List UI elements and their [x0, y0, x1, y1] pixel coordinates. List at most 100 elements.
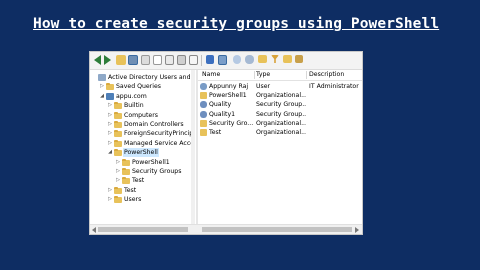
column-header-type[interactable]: Type [256, 70, 308, 80]
cell-name: Appunny Raj [209, 83, 249, 90]
filter-icon[interactable] [271, 55, 279, 63]
list-row[interactable]: Test Organizational... [198, 128, 362, 137]
expand-arrow-icon[interactable]: ▷ [107, 195, 113, 204]
tree-item[interactable]: ▷ Saved Queries [90, 82, 195, 91]
folder-icon [114, 139, 122, 147]
cell-name: Quality [209, 101, 232, 109]
export-icon[interactable] [189, 55, 198, 65]
list-row[interactable]: Appunny Raj User IT Administrator [198, 82, 362, 91]
cell-name: PowerShell1 [209, 92, 247, 100]
folder-icon [114, 149, 122, 157]
horizontal-scrollbar[interactable] [90, 224, 362, 234]
folder-icon [122, 158, 130, 166]
new-ou-icon[interactable] [258, 55, 267, 63]
expand-arrow-icon[interactable]: ▷ [107, 120, 113, 129]
list-scroll-thumb[interactable] [202, 227, 352, 232]
folder-icon [114, 196, 122, 204]
cell-type: Security Group... [256, 101, 306, 109]
cell-description: IT Administrator [309, 83, 359, 90]
find-icon[interactable] [283, 55, 292, 63]
refresh-icon[interactable] [177, 55, 186, 65]
folder-icon [122, 177, 130, 185]
toolbar-separator [201, 55, 202, 66]
tree-scroll-thumb[interactable] [98, 227, 188, 232]
folder-icon [114, 121, 122, 128]
console-icon[interactable] [218, 55, 227, 65]
up-folder-icon[interactable] [116, 55, 126, 65]
ou-icon [200, 129, 207, 136]
list-header: Name Type Description [198, 70, 362, 81]
tree-item[interactable]: ▷ Managed Service Accour [90, 139, 195, 148]
folder-icon [106, 83, 114, 91]
folder-icon [122, 168, 130, 175]
console-tree-icon[interactable] [128, 55, 138, 65]
scroll-right-arrow-icon[interactable] [355, 227, 359, 233]
tree-item-label: Computers [124, 111, 158, 119]
cell-type: Organizational... [256, 119, 306, 127]
tree-item[interactable]: Active Directory Users and Com [90, 73, 195, 82]
properties-icon[interactable] [165, 55, 174, 65]
list-row[interactable]: Security Gro... Organizational... [198, 119, 362, 128]
new-group-icon[interactable] [245, 55, 254, 64]
column-header-description[interactable]: Description [309, 70, 361, 80]
forward-arrow-icon[interactable] [104, 55, 111, 65]
tree-item[interactable]: ▷ Computers [90, 111, 195, 120]
tree-item[interactable]: ▷ ForeignSecurityPrincipal [90, 129, 195, 138]
expand-arrow-icon[interactable]: ▷ [115, 167, 121, 176]
tree-item[interactable]: ▷ Domain Controllers [90, 120, 195, 129]
tree-item-label: ForeignSecurityPrincipal [124, 130, 195, 138]
tree-item-label: Domain Controllers [124, 121, 184, 128]
cell-type: User [256, 83, 271, 90]
delete-icon[interactable] [153, 55, 162, 65]
tree-item-label: Test [132, 177, 145, 185]
column-header-name[interactable]: Name [202, 70, 254, 80]
aduc-window: Active Directory Users and Com▷Saved Que… [89, 51, 363, 235]
tree-item-label: Saved Queries [116, 83, 161, 91]
tree-item[interactable]: ▷ Test [90, 186, 195, 195]
expand-arrow-icon[interactable]: ▷ [107, 139, 113, 148]
tree-vertical-scrollbar[interactable] [191, 70, 195, 230]
tree-item[interactable]: ▷ Users [90, 195, 195, 204]
expand-arrow-icon[interactable]: ▷ [107, 101, 113, 110]
domain-icon [106, 92, 114, 100]
expand-arrow-icon[interactable]: ▷ [115, 158, 121, 167]
folder-icon [114, 130, 122, 138]
user-icon [200, 83, 207, 90]
help-icon[interactable] [206, 55, 214, 64]
tree-item[interactable]: ▷ PowerShell1 [90, 158, 195, 167]
tree-item-label: Active Directory Users and Com [108, 74, 195, 81]
tree-item[interactable]: ◢ PowerShell [90, 148, 195, 158]
tree-item-label: Users [124, 196, 142, 204]
copy-icon[interactable] [141, 55, 150, 65]
collapse-arrow-icon[interactable]: ◢ [107, 148, 113, 157]
details-pane: Name Type Description Appunny Raj User IT … [198, 70, 362, 230]
column-divider[interactable] [306, 71, 307, 79]
tree-item[interactable]: ▷ Test [90, 176, 195, 185]
column-divider[interactable] [254, 71, 255, 79]
expand-arrow-icon[interactable]: ▷ [115, 176, 121, 185]
expand-arrow-icon[interactable]: ▷ [99, 82, 105, 91]
list-row[interactable]: PowerShell1 Organizational... [198, 91, 362, 100]
tree-item[interactable]: ▷ Builtin [90, 101, 195, 110]
tree-item[interactable]: ◢ appu.com [90, 92, 195, 101]
tree-item[interactable]: ▷ Security Groups [90, 167, 195, 176]
tree-item-label: Builtin [124, 102, 144, 110]
video-title: How to create security groups using Powe… [33, 16, 440, 32]
cell-name: Test [209, 129, 222, 136]
expand-arrow-icon[interactable]: ▷ [107, 129, 113, 138]
folder-icon [114, 111, 122, 119]
list-row[interactable]: Quality1 Security Group... [198, 110, 362, 119]
folder-icon [114, 102, 122, 110]
scroll-left-arrow-icon[interactable] [92, 227, 96, 233]
collapse-arrow-icon[interactable]: ◢ [99, 92, 105, 101]
cell-name: Security Gro... [209, 119, 254, 127]
expand-arrow-icon[interactable]: ▷ [107, 186, 113, 195]
group-icon [200, 101, 207, 109]
back-arrow-icon[interactable] [94, 55, 101, 65]
new-user-icon[interactable] [233, 55, 241, 64]
toolbar [90, 52, 362, 70]
add-to-group-icon[interactable] [295, 55, 303, 63]
list-row[interactable]: Quality Security Group... [198, 100, 362, 109]
cell-type: Organizational... [256, 129, 306, 136]
expand-arrow-icon[interactable]: ▷ [107, 111, 113, 120]
